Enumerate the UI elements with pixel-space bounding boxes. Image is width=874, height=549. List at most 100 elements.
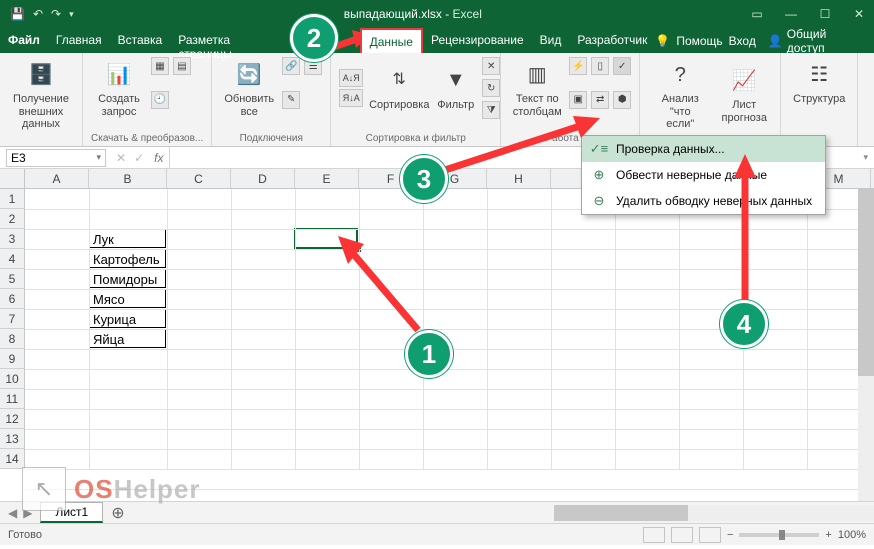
row-5[interactable]: 5 <box>0 269 25 289</box>
filter-icon: ▼ <box>440 65 472 97</box>
col-D[interactable]: D <box>231 169 295 188</box>
whatif-icon: ? <box>664 59 696 91</box>
data-validation-button[interactable]: ✓ <box>613 57 631 75</box>
data-model-icon[interactable]: ⬢ <box>613 91 631 109</box>
status-ready: Готово <box>8 529 42 541</box>
sort-az-button[interactable]: А↓Я <box>339 69 363 87</box>
arrow-1 <box>330 230 430 340</box>
tab-file[interactable]: Файл <box>0 28 48 53</box>
fx-icon[interactable]: fx <box>148 151 169 165</box>
zoom-in-icon[interactable]: + <box>825 529 831 541</box>
qat-dropdown-icon[interactable]: ▾ <box>69 9 74 20</box>
filter-button[interactable]: ▼ Фильтр <box>435 63 476 114</box>
recent-sources-icon[interactable]: 🕘 <box>151 91 169 109</box>
cell-B5[interactable]: Помидоры <box>89 269 166 288</box>
cancel-formula-icon[interactable]: ✕ <box>112 151 130 165</box>
tab-review[interactable]: Рецензирование <box>423 28 532 53</box>
whatif-button[interactable]: ? Анализ "что если" <box>648 57 712 133</box>
row-8[interactable]: 8 <box>0 329 25 349</box>
tab-view[interactable]: Вид <box>532 28 570 53</box>
row-4[interactable]: 4 <box>0 249 25 269</box>
row-2[interactable]: 2 <box>0 209 25 229</box>
tab-insert[interactable]: Вставка <box>110 28 171 53</box>
row-3[interactable]: 3 <box>0 229 25 249</box>
help-label[interactable]: Помощь <box>676 34 722 48</box>
select-all-triangle[interactable] <box>0 169 25 189</box>
cell-B4[interactable]: Картофель <box>89 249 166 268</box>
help-icon[interactable]: 💡 <box>655 34 670 48</box>
col-B[interactable]: B <box>89 169 167 188</box>
remove-duplicates-icon[interactable]: ▯ <box>591 57 609 75</box>
sort-icon: ⇅ <box>383 65 415 97</box>
zoom-level[interactable]: 100% <box>838 529 866 541</box>
show-queries-icon[interactable]: ▦ <box>151 57 169 75</box>
step-circle-3: 3 <box>400 155 448 203</box>
tab-data[interactable]: Данные <box>360 28 423 53</box>
row-14[interactable]: 14 <box>0 449 25 469</box>
dropdown-item-validation[interactable]: ✓≡ Проверка данных... <box>582 136 825 162</box>
ribbon-options-icon[interactable]: ▭ <box>742 7 772 21</box>
zoom-out-icon[interactable]: − <box>727 529 733 541</box>
from-table-icon[interactable]: ▤ <box>173 57 191 75</box>
row-1[interactable]: 1 <box>0 189 25 209</box>
edit-links-icon[interactable]: ✎ <box>282 91 300 109</box>
data-validation-dropdown: ✓≡ Проверка данных... ⊕ Обвести неверные… <box>581 135 826 215</box>
dropdown-item-clear-circles[interactable]: ⊖ Удалить обводку неверных данных <box>582 188 825 214</box>
row-7[interactable]: 7 <box>0 309 25 329</box>
tab-page-layout[interactable]: Разметка страницы <box>170 28 291 53</box>
name-box[interactable]: E3 ▾ <box>6 149 106 167</box>
row-11[interactable]: 11 <box>0 389 25 409</box>
dropdown-item-circle-invalid[interactable]: ⊕ Обвести неверные данные <box>582 162 825 188</box>
forecast-icon: 📈 <box>728 65 760 97</box>
consolidate-icon[interactable]: ▣ <box>569 91 587 109</box>
create-query-button[interactable]: 📊 Создать запрос <box>91 57 147 120</box>
save-icon[interactable]: 💾 <box>10 7 25 21</box>
col-C[interactable]: C <box>167 169 231 188</box>
minimize-icon[interactable]: — <box>776 7 806 21</box>
row-10[interactable]: 10 <box>0 369 25 389</box>
arrow-3 <box>435 108 605 178</box>
reapply-icon[interactable]: ↻ <box>482 79 500 97</box>
structure-button[interactable]: ☷ Структура <box>789 57 849 108</box>
cell-B3[interactable]: Лук <box>89 229 166 248</box>
zoom-slider[interactable] <box>739 533 819 537</box>
maximize-icon[interactable]: ☐ <box>810 7 840 21</box>
cell-B8[interactable]: Яйца <box>89 329 166 348</box>
redo-icon[interactable]: ↷ <box>51 7 61 21</box>
sheet-prev-icon[interactable]: ◀ <box>8 506 17 520</box>
horizontal-scrollbar[interactable] <box>554 505 874 521</box>
view-pagebreak-button[interactable] <box>699 527 721 543</box>
row-13[interactable]: 13 <box>0 429 25 449</box>
step-circle-2: 2 <box>290 14 338 62</box>
sort-za-button[interactable]: Я↓А <box>339 89 363 107</box>
row-9[interactable]: 9 <box>0 349 25 369</box>
chevron-down-icon[interactable]: ▾ <box>96 152 101 163</box>
cell-B7[interactable]: Курица <box>89 309 166 328</box>
col-A[interactable]: A <box>25 169 89 188</box>
flash-fill-icon[interactable]: ⚡ <box>569 57 587 75</box>
col-E[interactable]: E <box>295 169 359 188</box>
tab-developer[interactable]: Разработчик <box>569 28 655 53</box>
close-icon[interactable]: ✕ <box>844 7 874 21</box>
view-normal-button[interactable] <box>643 527 665 543</box>
expand-formula-icon[interactable]: ▾ <box>857 152 874 163</box>
connections-icon[interactable]: 🔗 <box>282 57 300 75</box>
clear-filter-icon[interactable]: ✕ <box>482 57 500 75</box>
accept-formula-icon[interactable]: ✓ <box>130 151 148 165</box>
cell-B6[interactable]: Мясо <box>89 289 166 308</box>
row-6[interactable]: 6 <box>0 289 25 309</box>
undo-icon[interactable]: ↶ <box>33 7 43 21</box>
tab-home[interactable]: Главная <box>48 28 110 53</box>
get-external-data-button[interactable]: 🗄️ Получение внешних данных <box>8 57 74 133</box>
cursor-icon: ↖ <box>22 467 66 511</box>
forecast-sheet-button[interactable]: 📈 Лист прогноза <box>716 57 772 133</box>
refresh-all-button[interactable]: 🔄 Обновить все <box>220 57 278 120</box>
row-12[interactable]: 12 <box>0 409 25 429</box>
vertical-scrollbar[interactable] <box>858 189 874 501</box>
relationships-icon[interactable]: ⇄ <box>591 91 609 109</box>
share-button[interactable]: 👤 Общий доступ <box>762 25 866 57</box>
view-layout-button[interactable] <box>671 527 693 543</box>
watermark-logo: OSHelper <box>74 474 201 505</box>
login-label[interactable]: Вход <box>729 34 756 48</box>
sort-button[interactable]: ⇅ Сортировка <box>369 63 429 114</box>
